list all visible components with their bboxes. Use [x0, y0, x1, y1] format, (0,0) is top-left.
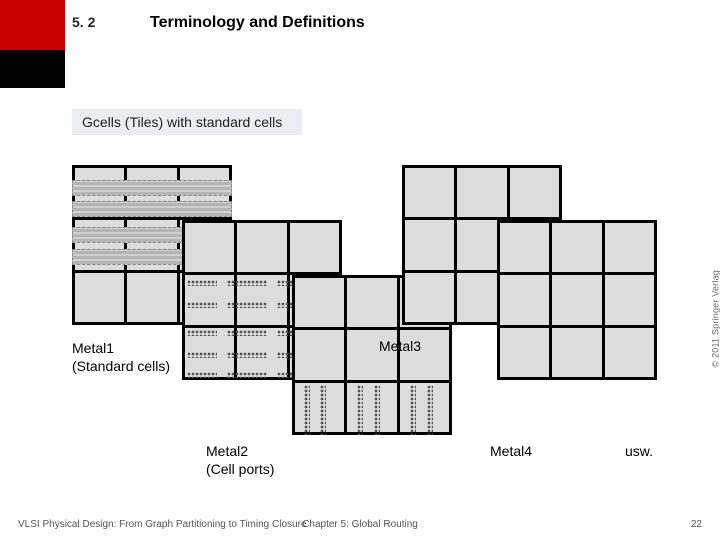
- label-metal1: Metal1 (Standard cells): [72, 340, 170, 375]
- tile-metal4: [497, 220, 657, 380]
- subtitle-box: Gcells (Tiles) with standard cells: [72, 109, 302, 135]
- label-metal2-line2: (Cell ports): [206, 461, 274, 479]
- label-metal1-line2: (Standard cells): [72, 358, 170, 376]
- header-red-block: [0, 0, 65, 50]
- diagram-area: Metal1 (Standard cells) Metal2 (Cell por…: [72, 165, 667, 415]
- footer-pagenum: 22: [691, 519, 702, 530]
- label-metal4: Metal4: [490, 443, 532, 459]
- label-metal2-line1: Metal2: [206, 443, 274, 461]
- slide-footer: VLSI Physical Design: From Graph Partiti…: [0, 510, 720, 540]
- label-metal1-line1: Metal1: [72, 340, 170, 358]
- header-black-block: [0, 50, 65, 88]
- section-number: 5. 2: [72, 14, 95, 30]
- label-etc: usw.: [625, 443, 653, 459]
- slide-header: 5. 2 Terminology and Definitions: [0, 0, 720, 50]
- footer-center: Chapter 5: Global Routing: [0, 519, 720, 530]
- slide: 5. 2 Terminology and Definitions Gcells …: [0, 0, 720, 540]
- copyright-vertical: © 2011 Springer Verlag: [710, 270, 720, 367]
- slide-title: Terminology and Definitions: [150, 14, 365, 32]
- label-metal2: Metal2 (Cell ports): [206, 443, 274, 478]
- label-metal3: Metal3: [379, 338, 421, 354]
